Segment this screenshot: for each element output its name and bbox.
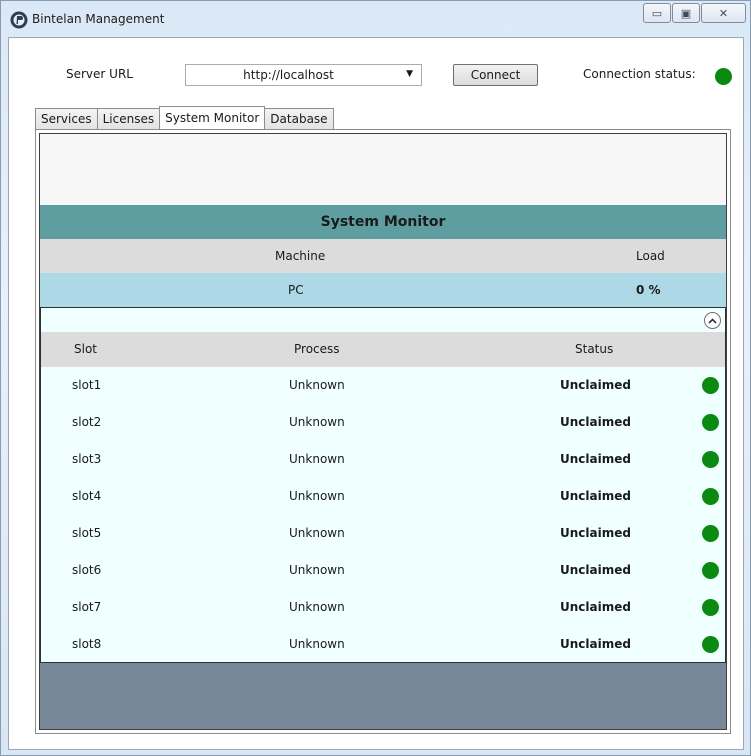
server-url-value: http://localhost [243,68,334,82]
slot-name: slot1 [72,378,102,392]
slot-process: Unknown [289,637,345,651]
connection-status-indicator [715,68,732,85]
client-area: Server URL http://localhost ▼ Connect Co… [8,37,744,750]
app-window: Bintelan Management ▭ ▣ ✕ Server URL htt… [0,0,751,756]
slot-status-indicator [702,636,719,653]
slot-process: Unknown [289,489,345,503]
tab-strip: Services Licenses System Monitor Databas… [35,106,334,129]
slot-status: Unclaimed [560,378,631,392]
slot-process: Unknown [289,563,345,577]
connection-toolbar: Server URL http://localhost ▼ Connect Co… [9,38,743,98]
slot-row[interactable]: slot7 Unknown Unclaimed [41,589,725,626]
load-column-header: Load [636,249,665,263]
maximize-button[interactable]: ▣ [672,3,700,23]
slot-status-indicator [702,562,719,579]
slot-process: Unknown [289,452,345,466]
slot-column-header: Slot [74,342,97,356]
tab-database[interactable]: Database [264,108,334,129]
window-controls: ▭ ▣ ✕ [642,3,746,23]
close-icon: ✕ [718,6,729,20]
server-url-combo[interactable]: http://localhost ▼ [185,64,422,86]
monitor-title: System Monitor [40,205,726,239]
minimize-button[interactable]: ▭ [643,3,671,23]
tab-system-monitor[interactable]: System Monitor [159,106,266,129]
slot-status: Unclaimed [560,526,631,540]
slot-status: Unclaimed [560,563,631,577]
connect-button[interactable]: Connect [453,64,538,86]
slot-name: slot4 [72,489,102,503]
slot-row[interactable]: slot6 Unknown Unclaimed [41,552,725,589]
slot-status-indicator [702,377,719,394]
slot-status: Unclaimed [560,489,631,503]
slot-row[interactable]: slot1 Unknown Unclaimed [41,367,725,404]
slot-name: slot6 [72,563,102,577]
status-column-header: Status [575,342,614,356]
machine-row[interactable]: PC 0 % [40,273,726,307]
slot-status: Unclaimed [560,452,631,466]
slot-name: slot2 [72,415,102,429]
slot-row[interactable]: slot3 Unknown Unclaimed [41,441,725,478]
slot-status-indicator [702,488,719,505]
slot-details: Slot Process Status slot1 Unknown Unclai… [40,307,726,663]
slot-table-header: Slot Process Status [41,332,725,367]
slot-name: slot8 [72,637,102,651]
machine-load: 0 % [636,283,661,297]
slot-status: Unclaimed [560,637,631,651]
slot-row[interactable]: slot2 Unknown Unclaimed [41,404,725,441]
tab-services[interactable]: Services [35,108,98,129]
chevron-up-icon [708,317,717,324]
title-bar[interactable]: Bintelan Management ▭ ▣ ✕ [1,1,750,37]
system-monitor-panel: System Monitor Machine Load PC 0 % Slot … [35,129,731,734]
slot-process: Unknown [289,415,345,429]
slot-status-indicator [702,599,719,616]
slot-process: Unknown [289,526,345,540]
collapse-button[interactable] [704,312,721,329]
minimize-icon: ▭ [651,6,663,20]
footer-band [40,663,726,729]
slot-process: Unknown [289,600,345,614]
server-url-label: Server URL [66,67,133,81]
tab-licenses[interactable]: Licenses [96,108,161,129]
slot-name: slot7 [72,600,102,614]
window-title: Bintelan Management [32,12,165,26]
slot-status-indicator [702,525,719,542]
machine-column-header: Machine [275,249,326,263]
dropdown-arrow-icon[interactable]: ▼ [406,69,413,79]
slot-process: Unknown [289,378,345,392]
slot-row[interactable]: slot8 Unknown Unclaimed [41,626,725,663]
connection-status-label: Connection status: [583,67,696,81]
machine-table-header: Machine Load [40,239,726,273]
monitor-container: System Monitor Machine Load PC 0 % Slot … [39,133,727,730]
close-button[interactable]: ✕ [701,3,746,23]
maximize-icon: ▣ [680,6,692,20]
slot-status: Unclaimed [560,415,631,429]
slot-name: slot5 [72,526,102,540]
slot-status: Unclaimed [560,600,631,614]
process-column-header: Process [294,342,340,356]
app-logo-icon [10,11,28,29]
slot-row[interactable]: slot5 Unknown Unclaimed [41,515,725,552]
machine-name: PC [288,283,304,297]
slot-name: slot3 [72,452,102,466]
slot-row[interactable]: slot4 Unknown Unclaimed [41,478,725,515]
slot-status-indicator [702,451,719,468]
slot-status-indicator [702,414,719,431]
